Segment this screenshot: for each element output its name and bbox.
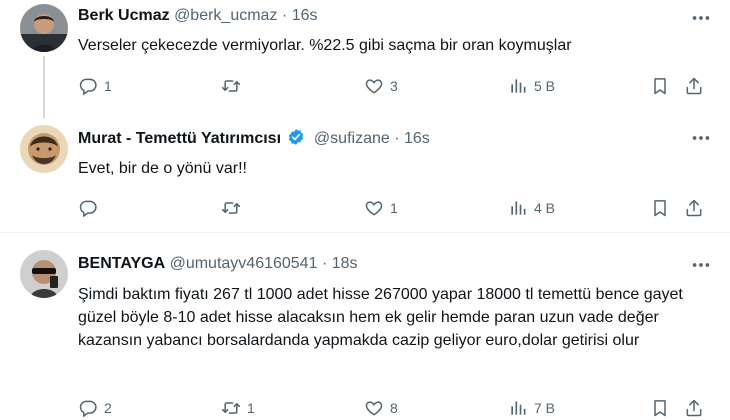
retweet-icon <box>221 198 241 218</box>
share-icon <box>684 76 704 96</box>
retweet-icon <box>221 398 241 418</box>
views-button[interactable]: 4 B <box>508 197 555 219</box>
like-button[interactable]: 3 <box>364 75 398 97</box>
reply-icon <box>78 398 98 418</box>
avatar[interactable] <box>20 125 68 173</box>
views-icon <box>508 398 528 418</box>
action-bar: 1 3 5 B <box>78 75 718 97</box>
view-count: 5 B <box>534 78 556 94</box>
reply-icon <box>78 198 98 218</box>
user-handle[interactable]: @berk_ucmaz <box>174 7 277 24</box>
reply-count: 2 <box>104 400 112 416</box>
reply-button[interactable]: 1 <box>78 75 112 97</box>
retweet-icon <box>221 76 241 96</box>
like-count: 3 <box>390 78 398 94</box>
retweet-button[interactable] <box>221 75 247 97</box>
views-icon <box>508 76 528 96</box>
view-count: 7 B <box>534 400 556 416</box>
display-name[interactable]: BENTAYGA <box>78 255 165 272</box>
tweet-text: Evet, bir de o yönü var!! <box>78 160 247 177</box>
avatar-image <box>20 250 68 298</box>
thread-line <box>43 56 45 118</box>
bookmark-icon <box>650 76 670 96</box>
verified-badge-icon <box>287 128 305 151</box>
separator-dot: · <box>394 130 400 147</box>
reply-button[interactable] <box>78 197 104 219</box>
action-bar: 1 4 B <box>78 197 718 219</box>
bookmark-button[interactable] <box>650 75 670 97</box>
reply-icon <box>78 76 98 96</box>
more-icon[interactable] <box>690 127 712 149</box>
avatar-image <box>20 125 68 173</box>
separator-dot: · <box>321 255 328 272</box>
reply-button[interactable]: 2 <box>78 397 112 419</box>
like-count: 8 <box>390 400 398 416</box>
views-icon <box>508 198 528 218</box>
avatar[interactable] <box>20 250 68 298</box>
share-button[interactable] <box>684 397 704 419</box>
timestamp[interactable]: 18s <box>332 255 358 272</box>
retweet-count: 1 <box>247 400 255 416</box>
user-handle[interactable]: @umutayv46160541 <box>170 255 318 272</box>
share-button[interactable] <box>684 197 704 219</box>
like-button[interactable]: 1 <box>364 197 398 219</box>
retweet-button[interactable] <box>221 197 247 219</box>
share-icon <box>684 398 704 418</box>
tweet-text: Verseler çekecezde vermiyorlar. %22.5 gi… <box>78 37 572 54</box>
user-handle[interactable]: @sufizane <box>314 130 390 147</box>
heart-icon <box>364 76 384 96</box>
timestamp[interactable]: 16s <box>292 7 318 24</box>
heart-icon <box>364 398 384 418</box>
tweet-header: Berk Ucmaz @berk_ucmaz · 16s <box>78 7 317 25</box>
tweet-header: BENTAYGA @umutayv46160541 · 18s <box>78 255 358 273</box>
views-button[interactable]: 7 B <box>508 397 555 419</box>
bookmark-icon <box>650 198 670 218</box>
like-count: 1 <box>390 200 398 216</box>
timestamp[interactable]: 16s <box>404 130 430 147</box>
views-button[interactable]: 5 B <box>508 75 555 97</box>
bookmark-button[interactable] <box>650 397 670 419</box>
like-button[interactable]: 8 <box>364 397 398 419</box>
avatar[interactable] <box>20 4 68 52</box>
bookmark-button[interactable] <box>650 197 670 219</box>
share-icon <box>684 198 704 218</box>
more-icon[interactable] <box>690 254 712 276</box>
more-icon[interactable] <box>690 7 712 29</box>
tweet-2[interactable]: Murat - Temettü Yatırımcısı @sufizane · … <box>0 118 730 230</box>
separator-dot: · <box>281 7 288 24</box>
share-button[interactable] <box>684 75 704 97</box>
heart-icon <box>364 198 384 218</box>
retweet-button[interactable]: 1 <box>221 397 255 419</box>
display-name[interactable]: Murat - Temettü Yatırımcısı <box>78 130 281 147</box>
tweet-1[interactable]: Berk Ucmaz @berk_ucmaz · 16s Verseler çe… <box>0 0 730 118</box>
action-bar: 2 1 8 7 B <box>78 397 718 419</box>
tweet-text: Şimdi baktım fiyatı 267 tl 1000 adet his… <box>78 286 683 349</box>
tweet-header: Murat - Temettü Yatırımcısı @sufizane · … <box>78 128 430 151</box>
tweet-3[interactable]: BENTAYGA @umutayv46160541 · 18s Şimdi ba… <box>0 233 730 420</box>
reply-count: 1 <box>104 78 112 94</box>
display-name[interactable]: Berk Ucmaz <box>78 7 170 24</box>
avatar-image <box>20 4 68 52</box>
bookmark-icon <box>650 398 670 418</box>
view-count: 4 B <box>534 200 556 216</box>
